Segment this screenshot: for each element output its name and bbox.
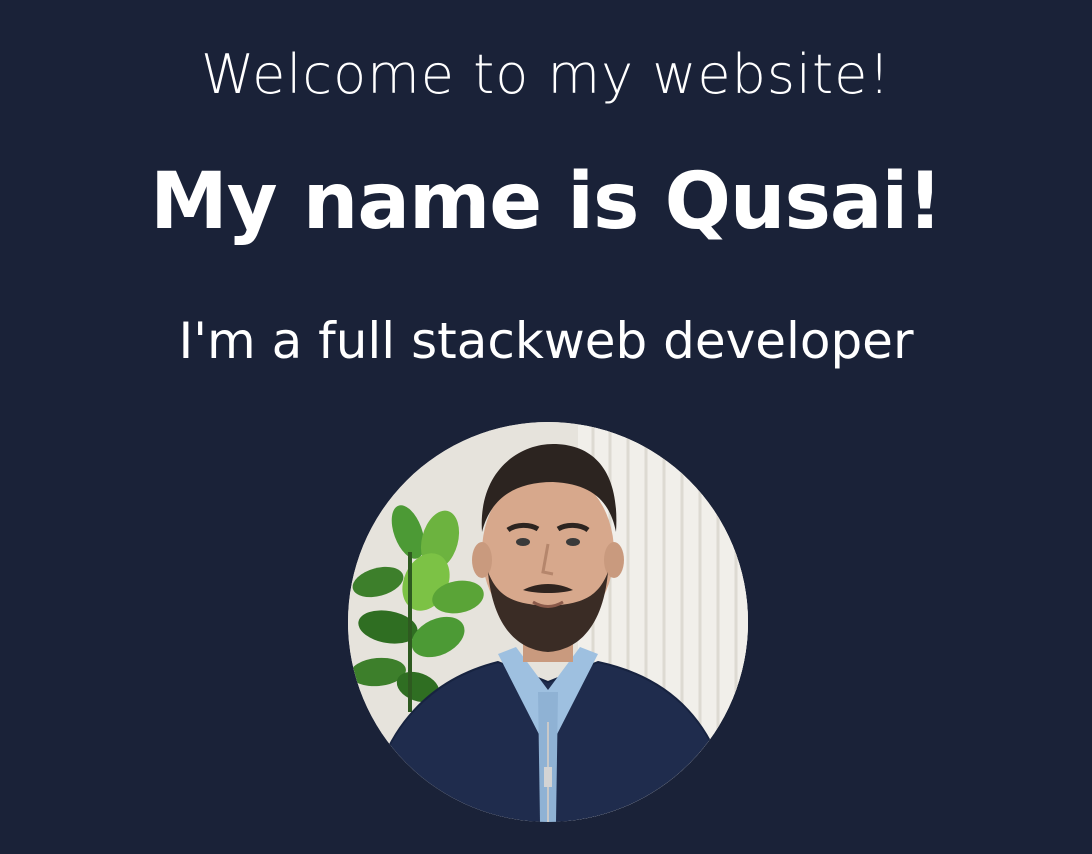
welcome-heading: Welcome to my website! — [200, 43, 892, 106]
role-subtitle: I'm a full stackweb developer — [178, 312, 914, 370]
profile-photo — [348, 422, 748, 822]
hero-section: Welcome to my website! My name is Qusai!… — [0, 0, 1092, 854]
portrait-illustration — [348, 422, 748, 822]
name-heading: My name is Qusai! — [150, 157, 943, 247]
